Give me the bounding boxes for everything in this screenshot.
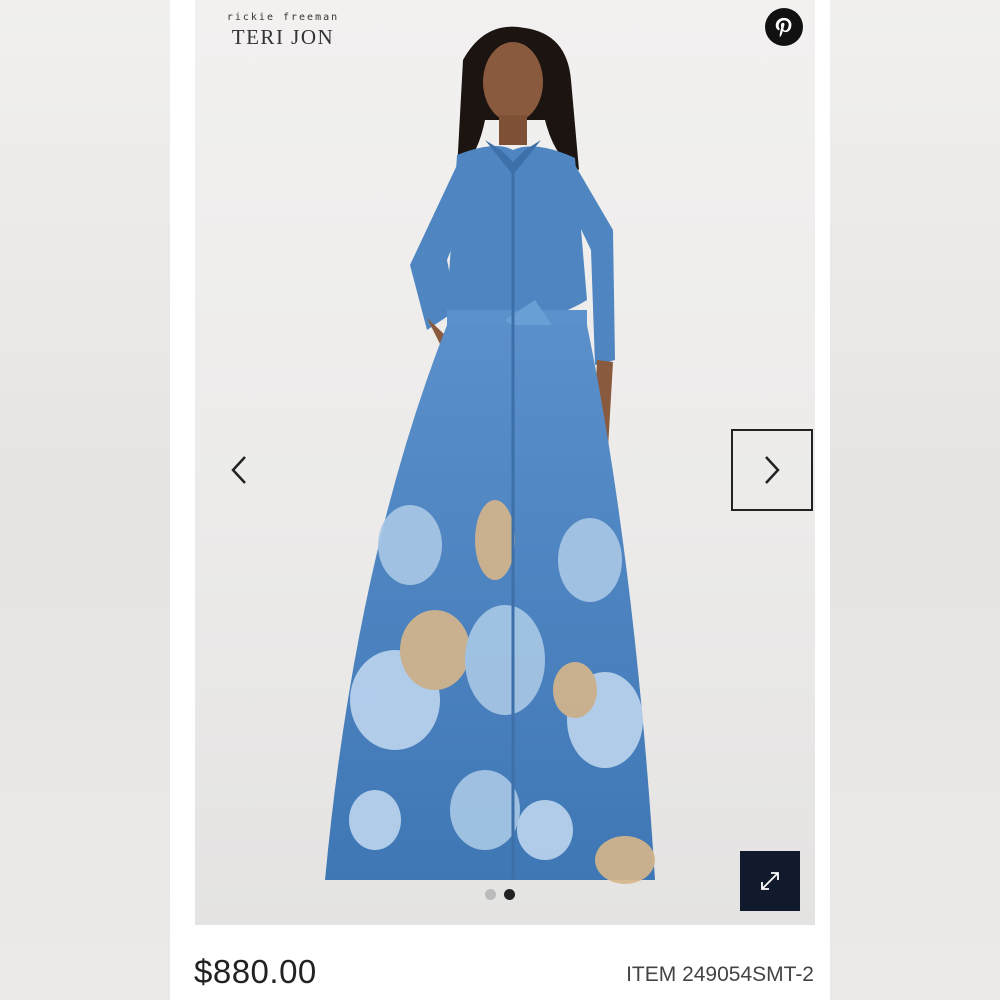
brand-subtitle: rickie freeman bbox=[226, 12, 340, 23]
pinterest-button[interactable] bbox=[765, 8, 803, 46]
previous-image-button[interactable] bbox=[219, 446, 259, 494]
product-price: $880.00 bbox=[194, 953, 317, 990]
model-illustration bbox=[325, 26, 655, 884]
background-left bbox=[0, 0, 170, 1000]
pagination-dot-1[interactable] bbox=[485, 889, 496, 900]
brand-name: TERI JON bbox=[231, 25, 335, 49]
product-panel: rickie freeman TERI JON $880.00 ITEM 249… bbox=[170, 0, 830, 1000]
pagination-dot-2[interactable] bbox=[504, 889, 515, 900]
pinterest-icon bbox=[775, 17, 792, 38]
image-pagination bbox=[485, 889, 515, 900]
next-image-button[interactable] bbox=[731, 429, 813, 511]
item-number: ITEM 249054SMT-2 bbox=[626, 963, 814, 986]
expand-image-button[interactable] bbox=[740, 851, 800, 911]
brand-logo: rickie freeman TERI JON bbox=[213, 12, 353, 50]
chevron-right-icon bbox=[765, 456, 780, 484]
expand-icon bbox=[761, 872, 779, 890]
product-image[interactable]: rickie freeman TERI JON bbox=[195, 0, 815, 925]
chevron-left-icon bbox=[231, 456, 246, 484]
background-right bbox=[830, 0, 1000, 1000]
